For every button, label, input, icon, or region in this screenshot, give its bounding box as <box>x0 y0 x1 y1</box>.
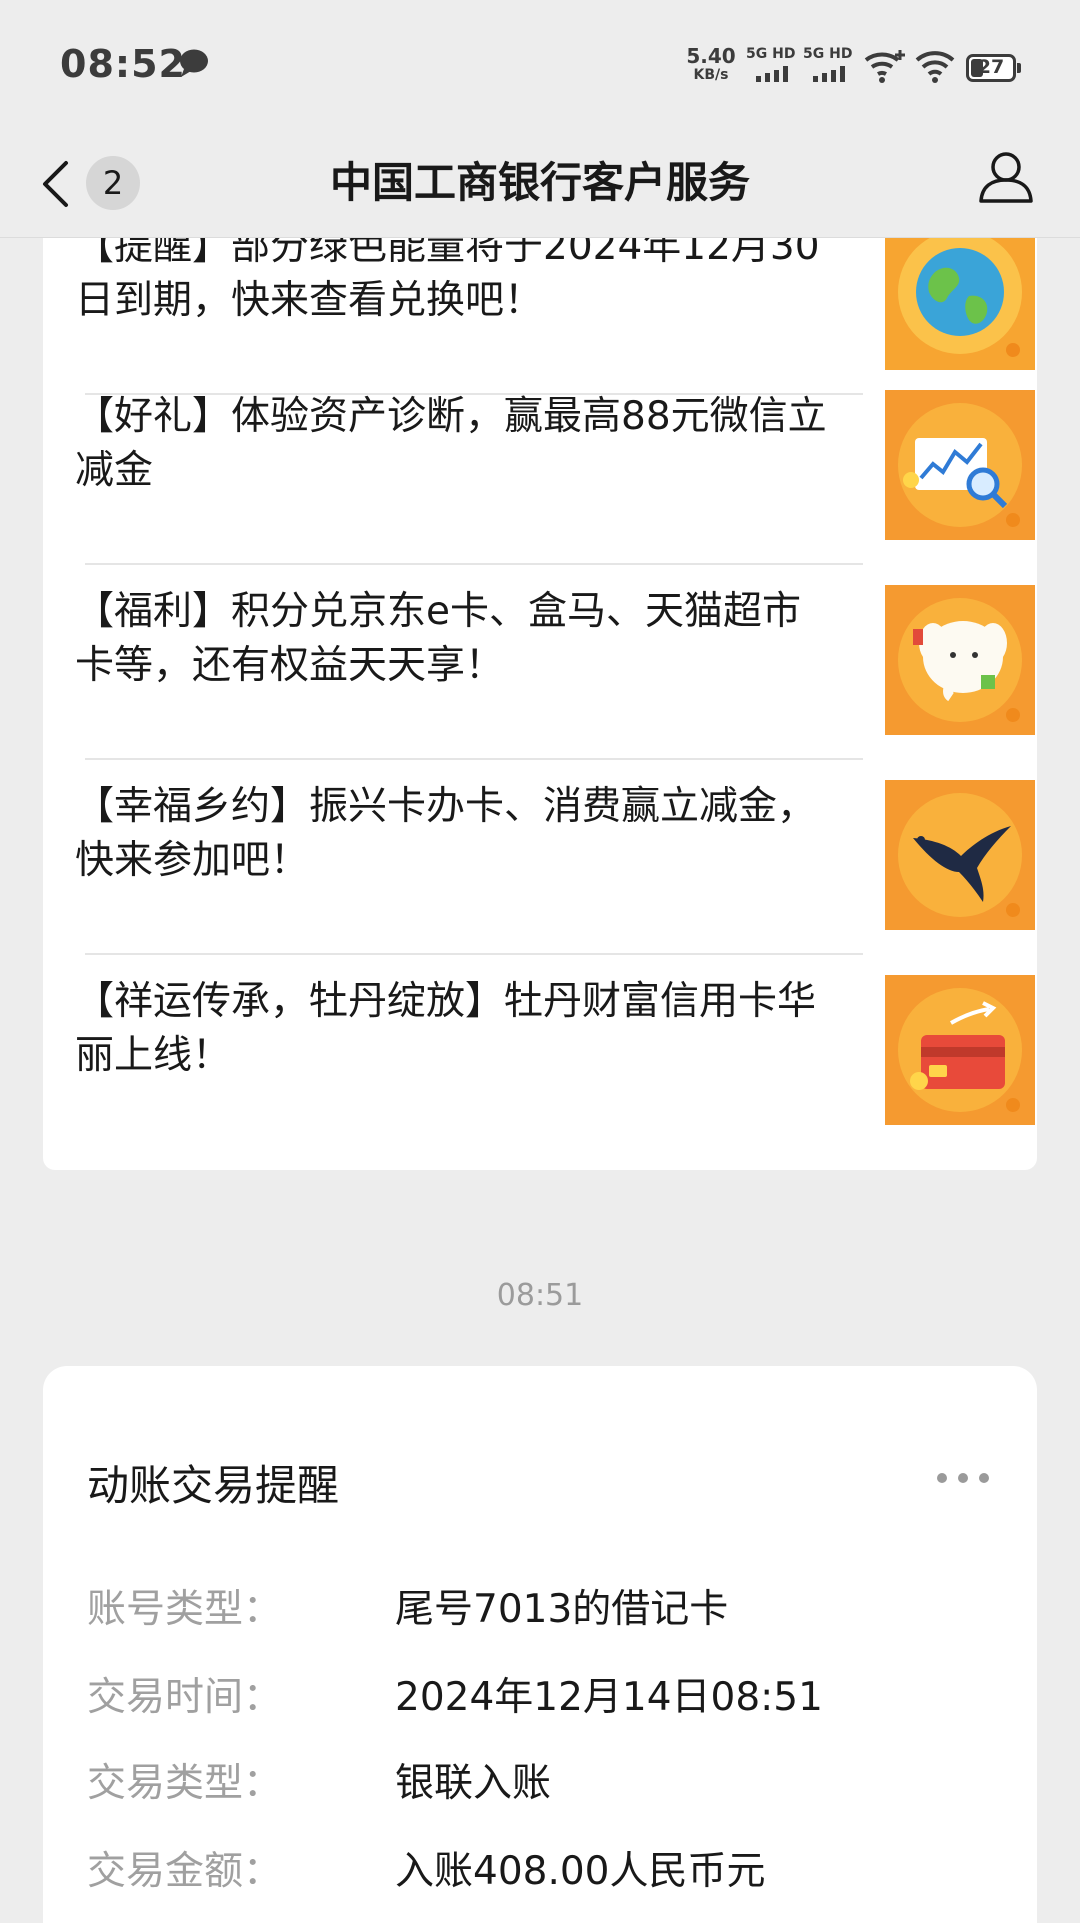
row-label: 交易金额： <box>87 1849 283 1894</box>
swallow-icon <box>885 780 1035 930</box>
unread-count-badge: 2 <box>86 156 140 210</box>
wifi-hotspot-icon <box>864 50 905 83</box>
article-item[interactable]: 【幸福乡约】振兴卡办卡、消费赢立减金，快来参加吧！ <box>75 780 1035 975</box>
article-item[interactable]: 【福利】积分兑京东e卡、盒马、天猫超市卡等，还有权益天天享！ <box>75 585 1035 780</box>
row-value: 尾号7013的借记卡 <box>395 1587 729 1632</box>
transaction-time-row: 交易时间： 2024年12月14日08:51 <box>87 1666 987 1726</box>
row-value: 入账408.00人民币元 <box>395 1849 766 1894</box>
sim2-signal: 5G HD <box>803 46 855 86</box>
message-timestamp: 08:51 <box>496 1278 584 1313</box>
elephant-icon <box>885 585 1035 735</box>
article-title: 【好礼】体验资产诊断，赢最高88元微信立减金 <box>75 394 827 493</box>
back-arrow-icon <box>43 161 68 207</box>
article-item[interactable]: 【好礼】体验资产诊断，赢最高88元微信立减金 <box>75 390 1035 585</box>
article-list-card: 【提醒】部分绿色能量将于2024年12月30日到期，快来查看兑换吧！ 【好礼】体… <box>43 180 1037 1170</box>
nav-bar: 2 中国工商银行客户服务 <box>0 128 1080 238</box>
article-item[interactable]: 【祥运传承，牡丹绽放】牡丹财富信用卡华丽上线！ <box>75 975 1035 1170</box>
signal-bars-icon <box>813 66 845 82</box>
battery-level: 27 <box>977 56 1005 78</box>
row-label: 交易时间： <box>87 1675 283 1720</box>
back-button[interactable]: 2 <box>40 150 150 216</box>
account-type-row: 账号类型： 尾号7013的借记卡 <box>87 1578 987 1638</box>
sim1-signal: 5G HD <box>746 46 798 86</box>
chart-magnifier-icon <box>885 390 1035 540</box>
row-value: 银联入账 <box>395 1761 552 1806</box>
article-title: 【祥运传承，牡丹绽放】牡丹财富信用卡华丽上线！ <box>75 979 817 1078</box>
more-options-button[interactable] <box>937 1468 989 1488</box>
status-time: 08:52 <box>60 42 186 86</box>
battery-icon: 27 <box>966 54 1021 82</box>
article-item[interactable]: 【提醒】部分绿色能量将于2024年12月30日到期，快来查看兑换吧！ <box>75 220 1035 415</box>
network-speed: 5.40 KB/s <box>686 44 736 83</box>
wifi-icon <box>915 51 955 83</box>
transaction-type-row: 交易类型： 银联入账 <box>87 1752 987 1812</box>
transaction-amount-row: 交易金额： 入账408.00人民币元 <box>87 1840 987 1900</box>
signal-bars-icon <box>756 66 788 82</box>
credit-card-icon <box>885 975 1035 1125</box>
page-title: 中国工商银行客户服务 <box>329 158 750 207</box>
article-title: 【福利】积分兑京东e卡、盒马、天猫超市卡等，还有权益天天享！ <box>75 589 801 688</box>
earth-icon <box>885 220 1035 370</box>
profile-icon[interactable] <box>978 150 1034 204</box>
row-value: 2024年12月14日08:51 <box>395 1675 823 1720</box>
transaction-notice-card[interactable]: 动账交易提醒 账号类型： 尾号7013的借记卡 交易时间： 2024年12月14… <box>43 1366 1037 1923</box>
row-label: 账号类型： <box>87 1587 283 1632</box>
status-bar: 08:52 5.40 KB/s 5G HD 5G HD 27 <box>0 0 1080 128</box>
article-title: 【幸福乡约】振兴卡办卡、消费赢立减金，快来参加吧！ <box>75 784 817 883</box>
chat-bubble-icon <box>180 49 208 77</box>
row-label: 交易类型： <box>87 1761 283 1806</box>
transaction-card-title: 动账交易提醒 <box>87 1461 340 1510</box>
